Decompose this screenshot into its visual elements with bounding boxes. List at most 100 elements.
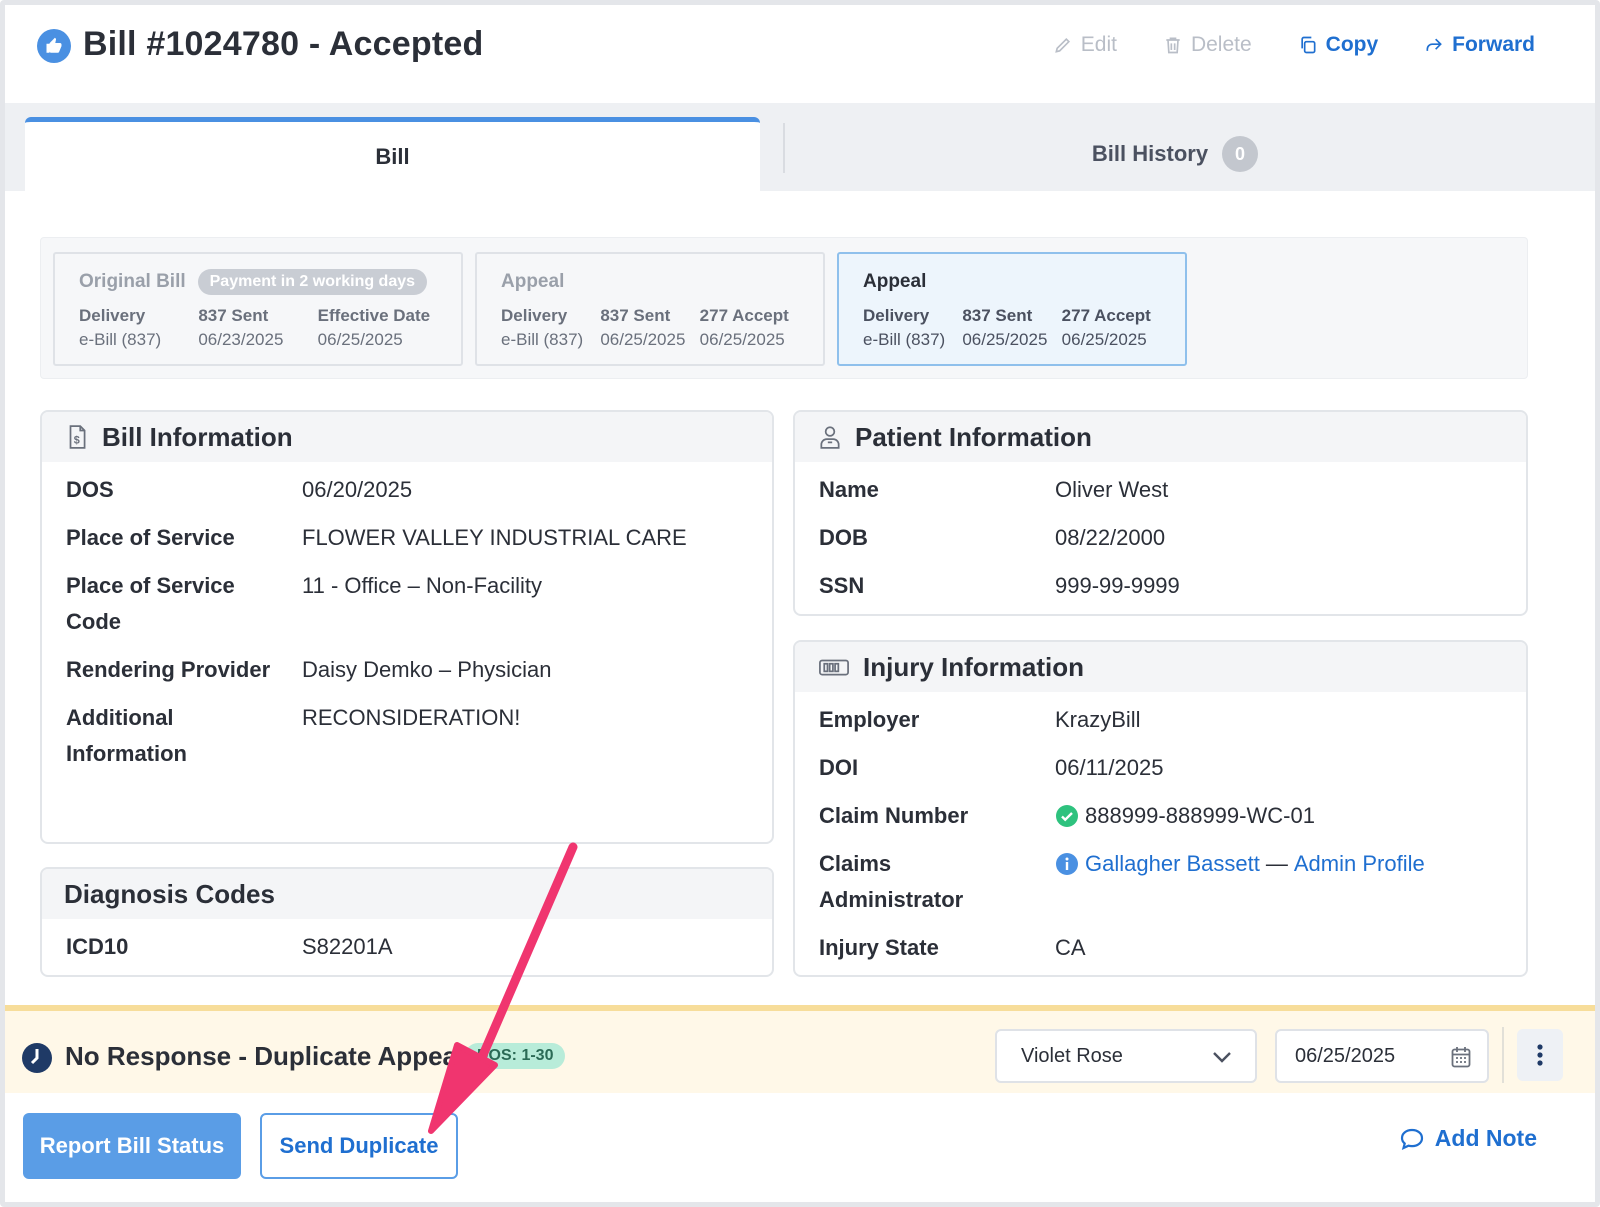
status-bar-divider: [1502, 1027, 1504, 1083]
add-note-label: Add Note: [1434, 1125, 1537, 1151]
forward-label: Forward: [1452, 33, 1535, 56]
report-bill-status-button[interactable]: Report Bill Status: [23, 1113, 241, 1179]
add-note-button[interactable]: Add Note: [1399, 1125, 1537, 1152]
field-label-line: Claims: [819, 851, 892, 876]
status-date-input[interactable]: 06/25/2025: [1275, 1029, 1489, 1083]
field-label-line: Code: [66, 609, 121, 634]
field-label: Rendering Provider: [66, 657, 271, 682]
field-value: Oliver West: [1055, 477, 1169, 502]
field-label: Injury State: [819, 935, 939, 960]
field-value: FLOWER VALLEY INDUSTRIAL CARE: [302, 525, 687, 550]
chat-bubble-icon: [1400, 1128, 1423, 1150]
version-col-value: e-Bill (837): [79, 330, 162, 349]
copy-button[interactable]: Copy: [1298, 33, 1379, 57]
field-label: Place of Service: [66, 525, 235, 550]
field-label-line: Additional: [66, 705, 174, 730]
version-col-label: Delivery: [79, 306, 146, 325]
field-value: 11 - Office – Non-Facility: [302, 573, 543, 598]
dos-badge: DOS: 1-30: [465, 1043, 566, 1069]
field-value: S82201A: [302, 934, 393, 959]
app-window: Bill #1024780 - Accepted Edit Delete Cop…: [0, 0, 1600, 1207]
bill-information-title: Bill Information: [102, 421, 293, 452]
trash-icon: [1166, 37, 1180, 54]
separator: —: [1265, 851, 1288, 876]
chevron-down-icon: [1213, 1052, 1231, 1063]
field-value: KrazyBill: [1055, 707, 1141, 732]
thumbs-up-icon: [37, 29, 71, 63]
version-col-label: 277 Accept: [699, 306, 789, 325]
field-label: Additional Information: [66, 700, 286, 772]
more-options-button[interactable]: [1517, 1029, 1563, 1081]
field-value: 08/22/2000: [1055, 525, 1166, 550]
bill-document-icon: $: [69, 425, 86, 449]
assignee-select[interactable]: Violet Rose: [995, 1029, 1257, 1083]
admin-profile-link[interactable]: Admin Profile: [1294, 846, 1425, 882]
version-col-label: Effective Date: [317, 306, 431, 325]
edit-button[interactable]: Edit: [1053, 33, 1117, 57]
bill-status-bar: No Response - Duplicate Appeal DOS: 1-30…: [5, 1005, 1595, 1093]
field-value: RECONSIDERATION!: [302, 705, 521, 730]
version-col-value: 06/25/2025: [600, 330, 686, 349]
version-col-value: 06/23/2025: [198, 330, 284, 349]
field-label: Employer: [819, 707, 920, 732]
diagnosis-codes-panel: Diagnosis Codes ICD10 S82201A: [40, 867, 774, 977]
field-label: Claim Number: [819, 803, 969, 828]
field-label: DOS: [66, 477, 114, 502]
version-col-label: Delivery: [501, 306, 568, 325]
field-label: DOI: [819, 755, 859, 780]
version-col-label: 837 Sent: [600, 306, 671, 325]
bill-information-panel: $ Bill Information DOS 06/20/2025 Place o…: [40, 410, 774, 844]
edit-label: Edit: [1080, 33, 1117, 56]
version-title: Original Bill: [79, 271, 186, 292]
field-label-line: Administrator: [819, 887, 964, 912]
copy-label: Copy: [1325, 33, 1379, 56]
field-label-line: Information: [66, 741, 187, 766]
version-card-appeal-2[interactable]: Appeal Delivery e-Bill (837) 837 Sent 06/2…: [837, 252, 1187, 366]
field-value: CA: [1055, 935, 1086, 960]
version-col-value: 06/25/2025: [699, 330, 785, 349]
version-card-appeal-1[interactable]: Appeal Delivery e-Bill (837) 837 Sent 06/2…: [475, 252, 825, 366]
send-duplicate-button[interactable]: Send Duplicate: [260, 1113, 458, 1179]
id-card-icon: [819, 659, 849, 676]
delete-label: Delete: [1190, 33, 1252, 56]
page-header: Bill #1024780 - Accepted Edit Delete Cop…: [5, 5, 1595, 103]
payment-pill: Payment in 2 working days: [197, 269, 428, 295]
tab-bill-history-label: Bill History: [1091, 141, 1209, 166]
patient-information-panel: Patient Information Name Oliver West DOB 0…: [793, 410, 1528, 616]
injury-information-title: Injury Information: [863, 651, 1084, 682]
field-value: 06/20/2025: [302, 477, 413, 502]
status-date-value: 06/25/2025: [1295, 1044, 1396, 1067]
svg-text:$: $: [74, 435, 80, 447]
field-value: 888999-888999-WC-01: [1055, 798, 1515, 834]
version-col-label: Delivery: [863, 306, 930, 325]
version-col-value: 06/25/2025: [1061, 330, 1147, 349]
field-label: Name: [819, 477, 879, 502]
diagnosis-codes-title: Diagnosis Codes: [64, 878, 275, 909]
assignee-value: Violet Rose: [1021, 1044, 1123, 1067]
header-actions: Edit Delete Copy Forward: [1053, 33, 1535, 57]
info-icon[interactable]: [1055, 852, 1079, 876]
field-label: SSN: [819, 573, 865, 598]
field-value: Gallagher Bassett — Admin Profile: [1055, 846, 1515, 882]
version-col-label: 837 Sent: [198, 306, 269, 325]
clock-icon: [22, 1043, 52, 1073]
field-value: 06/11/2025: [1055, 755, 1164, 780]
tab-bill[interactable]: Bill: [25, 117, 760, 191]
tab-bill-history[interactable]: Bill History 0: [785, 117, 1565, 191]
patient-icon: [820, 426, 840, 449]
version-col-label: 277 Accept: [1061, 306, 1151, 325]
field-label: Claims Administrator: [819, 846, 1039, 918]
claims-administrator-link[interactable]: Gallagher Bassett: [1085, 846, 1260, 882]
delete-button[interactable]: Delete: [1163, 33, 1252, 57]
field-value: 999-99-9999: [1055, 573, 1180, 598]
forward-icon: [1426, 38, 1443, 51]
version-title: Appeal: [863, 271, 927, 292]
version-col-label: 837 Sent: [962, 306, 1033, 325]
version-col-value: e-Bill (837): [501, 330, 584, 349]
history-count-badge: 0: [1222, 136, 1259, 172]
field-label: ICD10: [66, 934, 129, 959]
version-card-original[interactable]: Original Bill Payment in 2 working days …: [53, 252, 463, 366]
version-col-value: 06/25/2025: [317, 330, 403, 349]
version-col-value: 06/25/2025: [962, 330, 1048, 349]
forward-button[interactable]: Forward: [1424, 33, 1535, 57]
